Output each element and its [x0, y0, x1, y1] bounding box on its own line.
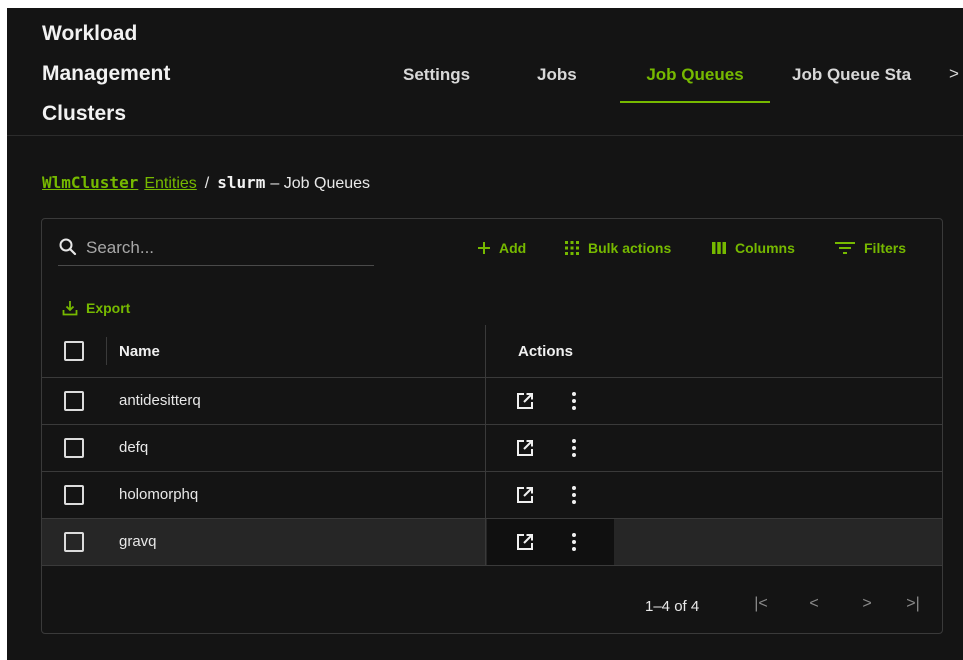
last-page-button[interactable]: >|: [902, 595, 924, 617]
more-vertical-icon[interactable]: [569, 532, 579, 552]
app-window: Workload Management Clusters Settings Jo…: [7, 8, 963, 660]
table-row[interactable]: defq: [42, 425, 942, 472]
tab-job-queues[interactable]: Job Queues: [620, 56, 770, 103]
app-title: Workload Management Clusters: [42, 14, 262, 134]
plus-icon: [477, 241, 491, 255]
table-row[interactable]: gravq: [42, 519, 942, 566]
first-page-button[interactable]: |<: [750, 595, 772, 617]
breadcrumb-entities-link[interactable]: Entities: [144, 175, 196, 193]
app-title-line: Workload: [42, 22, 138, 45]
tab-jobs[interactable]: Jobs: [537, 56, 577, 101]
row-checkbox[interactable]: [64, 438, 84, 458]
tab-job-queue-status[interactable]: Job Queue Sta: [792, 56, 937, 101]
breadcrumb-current-name: slurm: [217, 173, 266, 192]
open-external-icon[interactable]: [516, 439, 534, 457]
select-all-checkbox[interactable]: [64, 341, 84, 361]
add-button-label: Add: [499, 240, 527, 256]
column-header-actions: Actions: [518, 343, 574, 360]
export-button[interactable]: Export: [62, 298, 130, 318]
table-header: Name Actions: [42, 325, 942, 378]
column-divider: [485, 425, 486, 471]
filter-icon: [834, 240, 856, 256]
search-box: [58, 235, 374, 266]
more-vertical-icon[interactable]: [569, 391, 579, 411]
open-external-icon[interactable]: [516, 486, 534, 504]
breadcrumb-separator: /: [204, 175, 210, 192]
columns-button[interactable]: Columns: [711, 238, 795, 258]
queue-name-cell: antidesitterq: [119, 392, 201, 409]
page-range-text: 1–4 of 4: [645, 598, 700, 615]
header: Workload Management Clusters Settings Jo…: [7, 8, 963, 136]
queue-name-cell: holomorphq: [119, 486, 199, 503]
row-actions-background: [487, 519, 614, 565]
row-checkbox[interactable]: [64, 532, 84, 552]
queue-name-cell: defq: [119, 439, 149, 456]
bulk-actions-label: Bulk actions: [588, 240, 672, 256]
previous-page-button[interactable]: <: [803, 595, 825, 617]
column-header-name[interactable]: Name: [119, 343, 160, 360]
breadcrumb-entity-link[interactable]: WlmCluster: [42, 173, 138, 192]
column-divider: [485, 378, 486, 424]
column-divider: [485, 519, 486, 565]
grid-dots-icon: [564, 240, 580, 256]
breadcrumb: WlmCluster Entities / slurm – Job Queues: [42, 173, 370, 193]
open-external-icon[interactable]: [516, 533, 534, 551]
pagination: 1–4 of 4 |< < > >|: [42, 581, 942, 633]
search-input[interactable]: [86, 235, 366, 261]
open-external-icon[interactable]: [516, 392, 534, 410]
app-title-line: Clusters: [42, 102, 127, 125]
app-title-line: Management: [42, 62, 171, 85]
row-checkbox[interactable]: [64, 391, 84, 411]
column-divider: [106, 337, 107, 365]
bulk-actions-button[interactable]: Bulk actions: [564, 238, 671, 258]
filters-button[interactable]: Filters: [834, 238, 906, 258]
row-hover-background: [42, 519, 487, 565]
column-resize-handle[interactable]: [485, 325, 486, 377]
more-vertical-icon[interactable]: [569, 485, 579, 505]
breadcrumb-page-label: – Job Queues: [270, 175, 371, 192]
tabs-scroll-right-icon[interactable]: >: [949, 64, 959, 84]
tab-settings[interactable]: Settings: [403, 56, 470, 101]
columns-icon: [711, 241, 727, 255]
queue-name-cell: gravq: [119, 533, 157, 550]
column-divider: [485, 472, 486, 518]
table-row[interactable]: antidesitterq: [42, 378, 942, 425]
add-button[interactable]: Add: [477, 238, 526, 258]
row-checkbox[interactable]: [64, 485, 84, 505]
export-icon: [62, 300, 78, 316]
search-icon: [59, 238, 77, 256]
job-queues-table-panel: Add Bulk actions Columns: [41, 218, 943, 634]
more-vertical-icon[interactable]: [569, 438, 579, 458]
columns-label: Columns: [735, 240, 795, 256]
filters-label: Filters: [864, 240, 907, 256]
next-page-button[interactable]: >: [856, 595, 878, 617]
export-label: Export: [86, 300, 131, 316]
table-row[interactable]: holomorphq: [42, 472, 942, 519]
